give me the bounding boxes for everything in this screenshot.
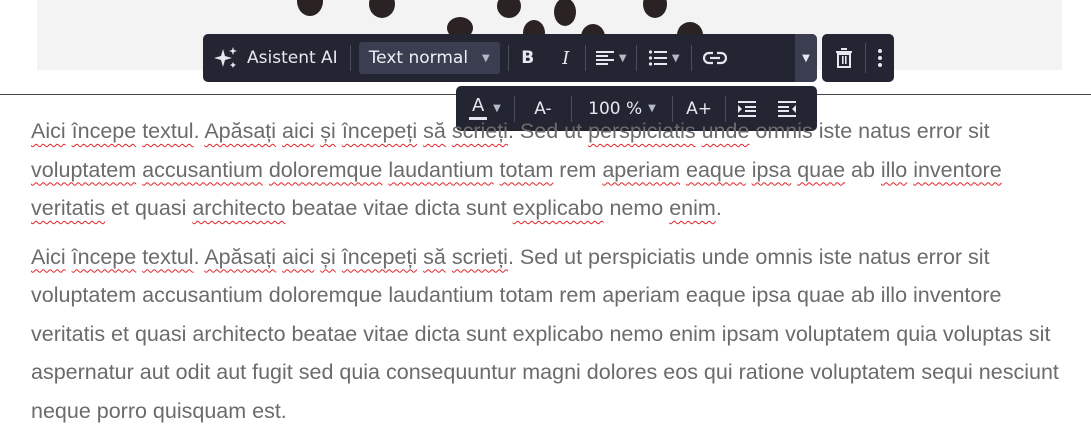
text-span: ab [845, 157, 881, 182]
misspelled-word[interactable]: quae [797, 158, 845, 182]
misspelled-word[interactable]: aici [282, 245, 314, 269]
more-formatting-toggle[interactable]: ▼ [795, 34, 817, 82]
misspelled-word[interactable]: explicabo [513, 196, 604, 220]
misspelled-word[interactable]: eaque [686, 158, 746, 182]
misspelled-word[interactable]: și [320, 245, 336, 269]
misspelled-word[interactable]: totam [500, 158, 554, 182]
toolbar-separator [349, 45, 351, 71]
misspelled-word[interactable]: unde [702, 119, 750, 143]
misspelled-word[interactable]: și [320, 119, 336, 143]
misspelled-word[interactable]: începe [72, 245, 137, 269]
text-span: . [193, 244, 205, 269]
chevron-down-icon: ▼ [671, 52, 680, 64]
misspelled-word[interactable]: laudantium [388, 158, 493, 182]
paragraph-2[interactable]: Aici începe textul. Apăsați aici și înce… [31, 238, 1066, 431]
align-icon [595, 51, 614, 65]
coffee-bean [643, 0, 667, 18]
chevron-down-icon: ▼ [802, 52, 810, 64]
text-span: rem [553, 157, 603, 182]
misspelled-word[interactable]: Apăsați [204, 245, 276, 269]
text-span: beatae vitae dicta sunt [285, 196, 513, 220]
coffee-bean [497, 0, 521, 18]
misspelled-word[interactable]: perspiciatis [588, 119, 696, 143]
chevron-down-icon: ▼ [618, 52, 627, 64]
text-span: . Sed ut [507, 119, 589, 143]
coffee-bean [554, 0, 576, 26]
coffee-bean [297, 0, 323, 16]
misspelled-word[interactable]: voluptatem [31, 158, 136, 182]
paragraph-1[interactable]: Aici începe textul. Apăsați aici și înce… [31, 112, 1066, 228]
misspelled-word[interactable]: începeți [342, 245, 417, 269]
trash-icon [835, 48, 852, 68]
italic-button[interactable]: I [547, 34, 585, 82]
more-options-button[interactable] [866, 34, 894, 82]
list-icon [648, 50, 667, 66]
more-vertical-icon [877, 49, 882, 67]
misspelled-word[interactable]: veritatis [31, 196, 105, 220]
text-style-select[interactable]: Text normal ▼ [358, 42, 500, 74]
ai-assistant-button[interactable]: Asistent AI [203, 34, 350, 82]
misspelled-word[interactable]: să [423, 119, 446, 143]
coffee-bean [369, 0, 395, 18]
misspelled-word[interactable]: inventore [913, 158, 1001, 182]
misspelled-word[interactable]: Apăsați [204, 119, 276, 143]
misspelled-word[interactable]: doloremque [269, 158, 383, 182]
misspelled-word[interactable]: architecto [192, 196, 285, 220]
sparkle-icon [214, 47, 237, 68]
text-span: et quasi [105, 196, 193, 220]
chevron-down-icon: ▼ [482, 52, 490, 64]
list-dropdown[interactable]: ▼ [637, 34, 691, 82]
misspelled-word[interactable]: să [423, 245, 446, 269]
misspelled-word[interactable]: ipsa [752, 158, 791, 182]
ai-assistant-label: Asistent AI [247, 48, 338, 68]
italic-icon: I [562, 47, 570, 69]
misspelled-word[interactable]: aici [282, 119, 314, 143]
text-span: . [193, 119, 205, 143]
misspelled-word[interactable]: Aici [31, 119, 66, 143]
text-span: omnis iste natus error sit [749, 119, 990, 143]
misspelled-word[interactable]: enim [669, 196, 716, 220]
misspelled-word[interactable]: scrieți [452, 245, 508, 269]
bold-button[interactable]: B [509, 34, 547, 82]
text-style-value: Text normal [368, 48, 469, 68]
align-dropdown[interactable]: ▼ [586, 34, 636, 82]
text-span: . [715, 196, 722, 220]
misspelled-word[interactable]: aperiam [602, 158, 680, 182]
bold-icon: B [521, 48, 535, 68]
text-span: nemo [603, 196, 670, 220]
text-editor[interactable]: Aici începe textul. Apăsați aici și înce… [31, 112, 1066, 440]
link-icon [702, 51, 727, 65]
misspelled-word[interactable]: textul [142, 245, 193, 269]
misspelled-word[interactable]: textul [142, 119, 193, 143]
delete-button[interactable] [822, 34, 865, 82]
misspelled-word[interactable]: accusantium [142, 158, 263, 182]
text-span: . Sed ut perspiciatis unde omnis iste na… [31, 244, 1059, 423]
misspelled-word[interactable]: illo [881, 158, 907, 182]
link-button[interactable] [692, 34, 738, 82]
block-actions-toolbar [822, 34, 894, 82]
misspelled-word[interactable]: începeți [342, 119, 417, 143]
misspelled-word[interactable]: Aici [31, 245, 66, 269]
misspelled-word[interactable]: începe [72, 119, 137, 143]
misspelled-word[interactable]: scrieți [452, 119, 508, 143]
text-formatting-toolbar: Asistent AI Text normal ▼ B I ▼ ▼ ▼ [203, 34, 817, 82]
